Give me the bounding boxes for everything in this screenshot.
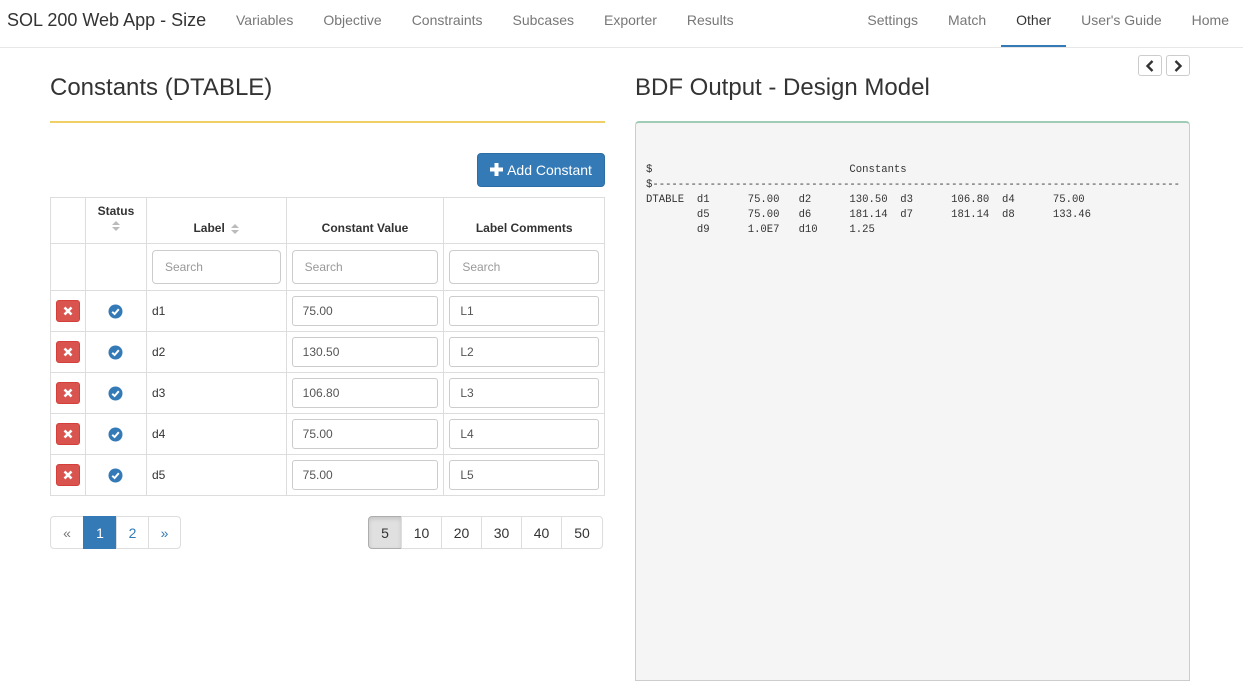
constants-table: Status Label Constant Value Label Commen… (50, 197, 605, 496)
label-comment-input[interactable]: L2 (449, 337, 599, 367)
page-size-10-button[interactable]: 10 (401, 516, 442, 549)
plus-icon (490, 163, 504, 177)
next-slide-button[interactable] (1166, 55, 1190, 76)
value-search-input[interactable]: Search (291, 250, 439, 284)
page-1-button[interactable]: 1 (83, 516, 117, 549)
page-size-40-button[interactable]: 40 (521, 516, 562, 549)
label-column-header[interactable]: Label (145, 197, 287, 244)
constant-value-input[interactable]: 106.80 (291, 378, 439, 408)
nav-other[interactable]: Other (1001, 0, 1067, 47)
constants-title: Constants (DTABLE) (50, 74, 273, 101)
delete-row-button[interactable] (56, 464, 80, 486)
row-label: d3 (145, 372, 287, 414)
row-label: d5 (145, 454, 287, 496)
comments-search-input[interactable]: Search (449, 250, 599, 284)
filter-cell-empty (85, 243, 147, 291)
bdf-output-title: BDF Output - Design Model (635, 74, 930, 101)
x-icon (63, 470, 73, 480)
check-circle-icon (108, 304, 123, 318)
table-row: d5 75.00 L5 (50, 454, 605, 496)
add-constant-button[interactable]: Add Constant (477, 153, 605, 187)
bdf-output-panel[interactable]: $ Constants $---------------------------… (635, 121, 1190, 681)
bdf-output-text: $ Constants $---------------------------… (646, 164, 1181, 236)
x-icon (63, 306, 73, 316)
value-column-header: Constant Value (285, 197, 445, 244)
filter-row: Search Search Search (50, 243, 605, 291)
nav-subcases[interactable]: Subcases (498, 0, 589, 47)
status-column-header[interactable]: Status (85, 197, 147, 244)
label-comment-input[interactable]: L3 (449, 378, 599, 408)
constant-value-input[interactable]: 75.00 (291, 296, 439, 326)
page-next-button[interactable]: » (148, 516, 181, 549)
nav-match[interactable]: Match (933, 0, 1001, 47)
comments-column-header: Label Comments (443, 197, 605, 244)
label-header-label: Label (193, 221, 225, 235)
pagination: « 1 2 » (50, 516, 181, 549)
filter-cell: Search (443, 243, 605, 291)
nav-variables[interactable]: Variables (221, 0, 308, 47)
nav-exporter[interactable]: Exporter (589, 0, 672, 47)
row-label: d2 (145, 331, 287, 373)
row-label: d1 (145, 290, 287, 332)
label-comment-input[interactable]: L1 (449, 296, 599, 326)
label-comment-input[interactable]: L4 (449, 419, 599, 449)
nav-objective[interactable]: Objective (308, 0, 396, 47)
table-row: d4 75.00 L4 (50, 413, 605, 455)
table-row: d2 130.50 L2 (50, 331, 605, 373)
label-comment-input[interactable]: L5 (449, 460, 599, 490)
page-prev-button[interactable]: « (50, 516, 84, 549)
status-header-label: Status (97, 204, 135, 218)
nav-results[interactable]: Results (672, 0, 749, 47)
nav-right: Settings Match Other User's Guide Home (852, 0, 1243, 47)
page-size-50-button[interactable]: 50 (561, 516, 603, 549)
delete-row-button[interactable] (56, 423, 80, 445)
check-circle-icon (108, 386, 123, 400)
chevron-left-icon (1145, 59, 1154, 72)
app-brand[interactable]: SOL 200 Web App - Size (7, 10, 206, 30)
nav-constraints[interactable]: Constraints (397, 0, 498, 47)
delete-row-button[interactable] (56, 382, 80, 404)
page-2-button[interactable]: 2 (116, 516, 149, 549)
x-icon (63, 347, 73, 357)
filter-cell: Search (285, 243, 445, 291)
add-constant-label: Add Constant (507, 162, 592, 178)
prev-slide-button[interactable] (1138, 55, 1162, 76)
filter-cell: Search (145, 243, 287, 291)
filter-cell-empty (50, 243, 86, 291)
nav-settings[interactable]: Settings (852, 0, 933, 47)
table-header-row: Status Label Constant Value Label Commen… (50, 197, 605, 244)
top-navbar: SOL 200 Web App - Size Variables Objecti… (0, 0, 1243, 48)
x-icon (63, 388, 73, 398)
title-divider (50, 121, 605, 123)
nav-home[interactable]: Home (1177, 0, 1243, 47)
check-circle-icon (108, 468, 123, 482)
delete-row-button[interactable] (56, 341, 80, 363)
constant-value-input[interactable]: 75.00 (291, 460, 439, 490)
x-icon (63, 429, 73, 439)
nav-left: Variables Objective Constraints Subcases… (221, 0, 749, 47)
page-size-20-button[interactable]: 20 (441, 516, 482, 549)
check-circle-icon (108, 345, 123, 359)
page-size-30-button[interactable]: 30 (481, 516, 522, 549)
label-search-input[interactable]: Search (151, 250, 281, 284)
table-row: d1 75.00 L1 (50, 290, 605, 332)
delete-row-button[interactable] (56, 300, 80, 322)
sort-icon (231, 223, 240, 234)
delete-column-header (50, 197, 86, 244)
page-size-selector: 5 10 20 30 40 50 (368, 516, 603, 549)
table-row: d3 106.80 L3 (50, 372, 605, 414)
constant-value-input[interactable]: 130.50 (291, 337, 439, 367)
chevron-right-icon (1174, 59, 1183, 72)
row-label: d4 (145, 413, 287, 455)
constant-value-input[interactable]: 75.00 (291, 419, 439, 449)
nav-users-guide[interactable]: User's Guide (1066, 0, 1176, 47)
sort-icon (111, 220, 120, 231)
page-size-5-button[interactable]: 5 (368, 516, 402, 549)
check-circle-icon (108, 427, 123, 441)
